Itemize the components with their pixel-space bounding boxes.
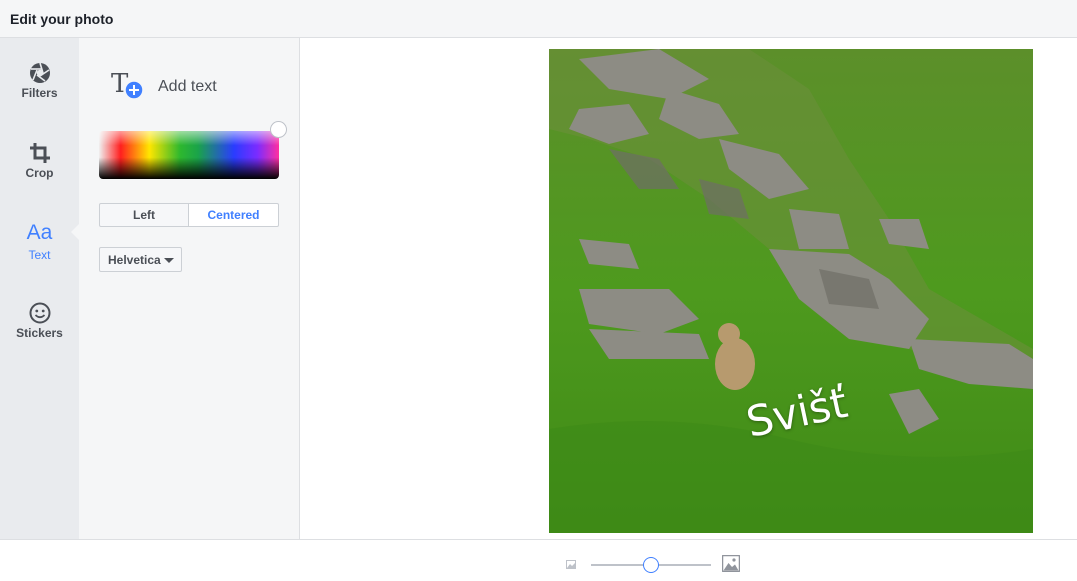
rail-item-text[interactable]: Aa Text — [0, 222, 79, 282]
align-left-button[interactable]: Left — [99, 203, 189, 227]
add-text-label: Add text — [158, 78, 217, 95]
header-bar: Edit your photo — [0, 0, 1077, 38]
photo-image — [549, 49, 1033, 533]
zoom-out-image-icon[interactable] — [566, 560, 576, 569]
rail-item-filters[interactable]: Filters — [0, 62, 79, 122]
page-title: Edit your photo — [10, 11, 114, 27]
add-text-icon: T — [111, 70, 144, 100]
smiley-icon — [29, 302, 50, 324]
selected-color-swatch[interactable] — [270, 121, 287, 138]
rail-item-crop[interactable]: Crop — [0, 142, 79, 202]
chevron-down-icon — [164, 258, 174, 263]
zoom-slider-handle[interactable] — [643, 557, 659, 573]
color-spectrum-picker[interactable] — [99, 131, 279, 179]
aperture-icon — [29, 62, 50, 83]
text-aa-icon: Aa — [26, 221, 53, 244]
active-pointer — [71, 224, 79, 240]
rail-item-label: Text — [28, 248, 51, 262]
text-panel: T Add text Left Centered Helvetica — [79, 38, 300, 539]
rail-item-label: Stickers — [16, 326, 63, 340]
tool-rail: Filters Crop Aa Text Stickers — [0, 38, 79, 539]
align-centered-button[interactable]: Centered — [188, 203, 279, 227]
font-select-value: Helvetica — [108, 253, 161, 267]
font-select[interactable]: Helvetica — [99, 247, 182, 272]
photo-canvas[interactable]: Svišť — [549, 49, 1033, 533]
zoom-in-image-icon[interactable] — [722, 555, 740, 572]
alignment-toggle: Left Centered — [99, 203, 279, 227]
rail-item-stickers[interactable]: Stickers — [0, 302, 79, 362]
zoom-bar — [0, 539, 1077, 581]
crop-icon — [29, 143, 50, 163]
canvas-area: Svišť — [300, 38, 1077, 539]
rail-item-label: Filters — [21, 86, 58, 100]
rail-item-label: Crop — [25, 166, 54, 180]
